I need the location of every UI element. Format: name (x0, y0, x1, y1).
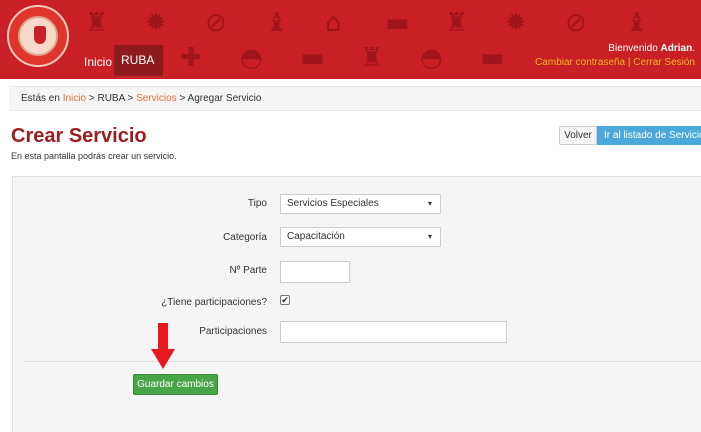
breadcrumb-current: Agregar Servicio (187, 93, 262, 104)
parte-label: Nº Parte (229, 265, 267, 276)
save-button[interactable]: Guardar cambios (133, 374, 218, 395)
caret-down-icon: ▾ (427, 232, 432, 241)
helmet-icon: ◓ (240, 43, 263, 73)
extinguisher-icon: ♝ (625, 8, 649, 38)
caret-down-icon: ▾ (427, 199, 432, 208)
back-button[interactable]: Volver (559, 126, 597, 145)
fire-icon: ✹ (505, 8, 527, 38)
breadcrumb: Estás en Inicio > RUBA > Servicios > Agr… (9, 86, 701, 111)
nav-home[interactable]: Inicio (80, 48, 116, 76)
welcome-prefix: Bienvenido (608, 43, 661, 54)
form-panel (12, 176, 701, 432)
tiene-participaciones-label: ¿Tiene participaciones? (161, 297, 267, 308)
no-smoking-icon: ⊘ (205, 8, 227, 38)
first-aid-icon: ✚ (180, 43, 202, 73)
arrow-down-icon (151, 323, 175, 369)
participaciones-input[interactable] (280, 321, 507, 343)
fire-department-logo[interactable] (7, 5, 69, 67)
breadcrumb-ruba: RUBA (97, 93, 125, 104)
nav-ruba-dropdown[interactable]: RUBA ▾ (114, 45, 163, 76)
categoria-label: Categoría (223, 232, 267, 243)
fire-truck-icon: ▬ (480, 43, 505, 73)
breadcrumb-separator: > (86, 93, 98, 104)
fire-hydrant-icon: ♜ (445, 8, 469, 38)
logout-link[interactable]: Cerrar Sesión (633, 57, 695, 68)
categoria-select[interactable]: Capacitación ▾ (280, 227, 441, 247)
extinguisher-icon: ♝ (265, 8, 289, 38)
breadcrumb-services-link[interactable]: Servicios (136, 93, 177, 104)
app-header: ♜ ✹ ⊘ ♝ ⌂ ▬ ♜ ✹ ⊘ ♝ ✚ ◓ ▬ ♜ ◓ ▬ Inicio R… (0, 0, 701, 79)
fire-icon: ✹ (145, 8, 167, 38)
welcome-message: Bienvenido Adrian. (608, 43, 695, 54)
link-separator: | (627, 57, 631, 68)
fire-truck-icon: ▬ (385, 8, 410, 38)
house-fire-icon: ⌂ (325, 8, 342, 38)
participaciones-label: Participaciones (199, 326, 267, 337)
tipo-select[interactable]: Servicios Especiales ▾ (280, 194, 441, 214)
nav-ruba-label: RUBA (121, 53, 154, 67)
welcome-user: Adrian (660, 43, 693, 54)
breadcrumb-separator: > (124, 93, 137, 104)
categoria-select-value: Capacitación (287, 231, 345, 242)
welcome-suffix: . (692, 43, 695, 54)
logo-mark (34, 26, 46, 44)
logo-emblem (18, 16, 58, 56)
no-smoking-icon: ⊘ (565, 8, 587, 38)
tipo-select-value: Servicios Especiales (287, 198, 379, 209)
form-divider (24, 361, 701, 362)
parte-input[interactable] (280, 261, 350, 283)
fire-hydrant-icon: ♜ (85, 8, 109, 38)
change-password-link[interactable]: Cambiar contraseña (535, 57, 625, 68)
ambulance-icon: ▬ (300, 43, 325, 73)
tipo-label: Tipo (247, 198, 267, 209)
breadcrumb-prefix: Estás en (21, 93, 63, 104)
page-subtitle: En esta pantalla podrás crear un servici… (11, 151, 177, 161)
helmet-icon: ◓ (420, 43, 443, 73)
breadcrumb-separator: > (176, 93, 188, 104)
services-list-button[interactable]: Ir al listado de Servicios (597, 126, 701, 145)
breadcrumb-home-link[interactable]: Inicio (63, 93, 86, 104)
fire-hydrant-icon: ♜ (360, 43, 384, 73)
page-title: Crear Servicio (11, 125, 147, 147)
tiene-participaciones-checkbox[interactable]: ✔ (280, 295, 290, 305)
account-links: Cambiar contraseña | Cerrar Sesión (535, 57, 695, 68)
